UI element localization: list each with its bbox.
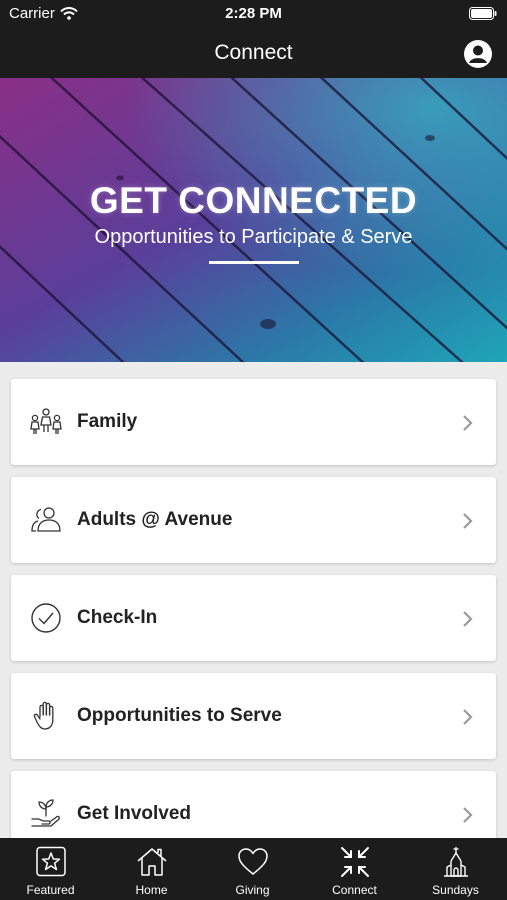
chevron-right-icon: [463, 415, 473, 431]
hero-subline: Opportunities to Participate & Serve: [94, 226, 413, 248]
list-item-label: Check-In: [77, 607, 158, 628]
tab-label: Sundays: [432, 883, 479, 897]
clock: 2:28 PM: [225, 5, 282, 22]
navigation-bar: Connect: [0, 30, 507, 78]
tab-featured[interactable]: Featured: [0, 838, 101, 900]
list-item-label: Get Involved: [77, 803, 192, 824]
tab-label: Home: [135, 883, 168, 897]
hero-banner: GET CONNECTED Opportunities to Participa…: [0, 78, 507, 362]
connect-list: Family Adults @ Avenue Check-In Opportun…: [0, 362, 507, 838]
chevron-right-icon: [463, 807, 473, 823]
check-circle-icon: [31, 603, 61, 633]
tab-connect[interactable]: Connect: [304, 838, 405, 900]
hand-plant-icon: [31, 799, 60, 827]
hero-underline: [209, 261, 299, 264]
tab-giving[interactable]: Giving: [202, 838, 303, 900]
heart-icon: [238, 848, 268, 875]
tab-home[interactable]: Home: [101, 838, 202, 900]
star-box-icon: [36, 846, 66, 877]
status-bar: Carrier 2:28 PM: [0, 0, 507, 30]
tab-bar: Featured Home Giving Connect Sundays: [0, 838, 507, 900]
tab-label: Featured: [26, 883, 75, 897]
profile-icon[interactable]: [463, 39, 493, 69]
adults-icon: [31, 507, 61, 532]
list-item-label: Adults @ Avenue: [77, 509, 233, 530]
raised-hand-icon: [33, 701, 54, 730]
chevron-right-icon: [463, 611, 473, 627]
page-title: Connect: [214, 41, 293, 64]
list-item-check-in[interactable]: Check-In: [11, 575, 496, 661]
tab-sundays[interactable]: Sundays: [405, 838, 506, 900]
list-item-family[interactable]: Family: [11, 379, 496, 465]
connect-arrows-icon: [341, 847, 369, 877]
battery-icon: [469, 7, 497, 20]
family-icon: [30, 408, 62, 434]
list-item-adults-at-avenue[interactable]: Adults @ Avenue: [11, 477, 496, 563]
tab-label: Connect: [332, 883, 377, 897]
church-icon: [444, 847, 468, 877]
home-icon: [137, 848, 167, 876]
chevron-right-icon: [463, 513, 473, 529]
list-item-label: Family: [77, 411, 138, 432]
list-item-get-involved[interactable]: Get Involved: [11, 771, 496, 838]
chevron-right-icon: [463, 709, 473, 725]
hero-headline: GET CONNECTED: [89, 180, 418, 221]
tab-label: Giving: [235, 883, 270, 897]
list-item-label: Opportunities to Serve: [77, 705, 282, 726]
list-item-opportunities-to-serve[interactable]: Opportunities to Serve: [11, 673, 496, 759]
